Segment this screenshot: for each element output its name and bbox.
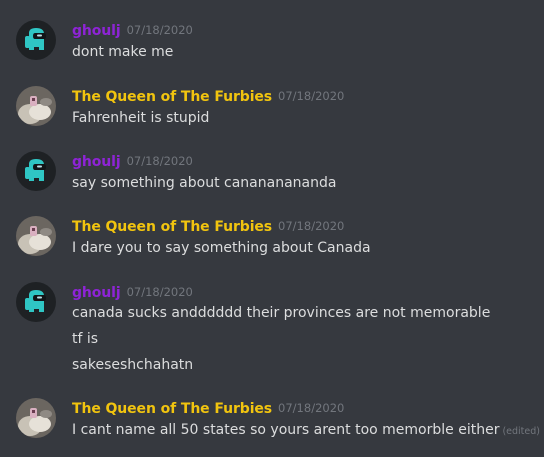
username[interactable]: The Queen of The Furbies xyxy=(72,219,272,235)
among-us-cyan-crewmate-icon[interactable] xyxy=(16,20,56,60)
message-text: sakeseshchahatn xyxy=(72,357,194,373)
chat-messages: ghoulj 07/18/2020 dont make me The Queen … xyxy=(0,0,544,457)
timestamp[interactable]: 07/18/2020 xyxy=(127,23,193,37)
message-text: I cant name all 50 states so yours arent… xyxy=(72,420,540,442)
username[interactable]: ghoulj xyxy=(72,23,121,39)
timestamp[interactable]: 07/18/2020 xyxy=(278,89,344,103)
edited-label: (edited) xyxy=(502,426,540,437)
timestamp[interactable]: 07/18/2020 xyxy=(278,401,344,415)
message-text: dont make me xyxy=(72,44,174,60)
among-us-cyan-crewmate-icon[interactable] xyxy=(16,151,56,191)
username[interactable]: The Queen of The Furbies xyxy=(72,401,272,417)
username[interactable]: The Queen of The Furbies xyxy=(72,89,272,105)
message-text: canada sucks andddddd their provinces ar… xyxy=(72,305,491,321)
username[interactable]: ghoulj xyxy=(72,285,121,301)
timestamp[interactable]: 07/18/2020 xyxy=(278,219,344,233)
timestamp[interactable]: 07/18/2020 xyxy=(127,285,193,299)
message-text: Fahrenheit is stupid xyxy=(72,110,210,126)
username[interactable]: ghoulj xyxy=(72,154,121,170)
furby-photo-icon[interactable] xyxy=(16,398,56,438)
furby-photo-icon[interactable] xyxy=(16,216,56,256)
message-text: tf is xyxy=(72,331,99,347)
message-text-content: I cant name all 50 states so yours arent… xyxy=(72,422,500,438)
message-text: I dare you to say something about Canada xyxy=(72,240,371,256)
furby-photo-icon[interactable] xyxy=(16,86,56,126)
message-text: say something about canananananda xyxy=(72,175,337,191)
timestamp[interactable]: 07/18/2020 xyxy=(127,154,193,168)
among-us-cyan-crewmate-icon[interactable] xyxy=(16,282,56,322)
